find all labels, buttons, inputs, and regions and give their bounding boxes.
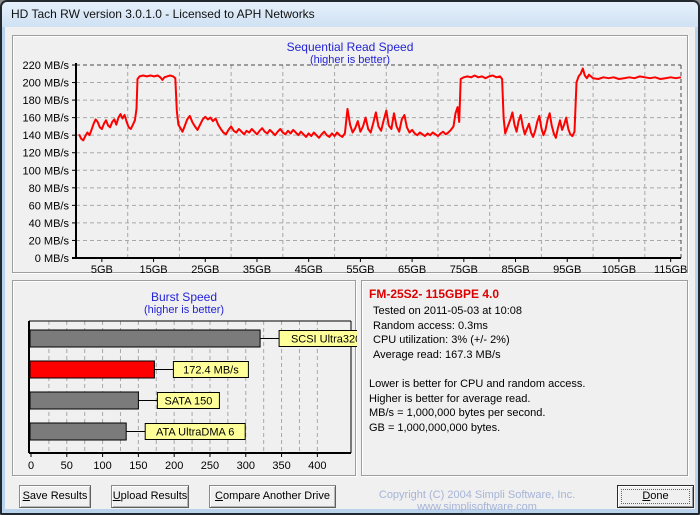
svg-text:55GB: 55GB	[346, 264, 374, 274]
svg-text:140 MB/s: 140 MB/s	[23, 130, 70, 142]
svg-text:5GB: 5GB	[91, 264, 113, 274]
drive-name: FM-25S2- 115GBPE 4.0	[369, 287, 500, 301]
window-title: HD Tach RW version 3.0.1.0 - Licensed to…	[11, 7, 315, 21]
burst-chart-title: Burst Speed	[150, 290, 218, 304]
notes: Lower is better for CPU and random acces…	[369, 378, 586, 434]
svg-text:120 MB/s: 120 MB/s	[23, 148, 70, 160]
burst-chart-subtitle: (higher is better)	[143, 304, 225, 316]
svg-text:SATA 150: SATA 150	[164, 396, 212, 408]
sequential-read-chart: 0 MB/s 20 MB/s 40 MB/s 60 MB/s 80 MB/s 100 MB…	[23, 60, 688, 274]
svg-text:250: 250	[201, 460, 219, 472]
svg-text:35GB: 35GB	[243, 264, 271, 274]
sequential-chart-title: Sequential Read Speed	[286, 40, 414, 54]
svg-text:0: 0	[28, 460, 34, 472]
svg-text:100: 100	[93, 460, 111, 472]
save-results-button[interactable]: Save Results	[19, 485, 91, 508]
svg-text:85GB: 85GB	[501, 264, 529, 274]
svg-text:0 MB/s: 0 MB/s	[35, 253, 70, 265]
sequential-read-panel: 0 MB/s 20 MB/s 40 MB/s 60 MB/s 80 MB/s 100 MB…	[12, 35, 688, 274]
svg-text:160 MB/s: 160 MB/s	[23, 113, 70, 125]
svg-text:200 MB/s: 200 MB/s	[23, 78, 70, 90]
upload-results-button[interactable]: Upload Results	[111, 485, 189, 508]
svg-text:20 MB/s: 20 MB/s	[29, 235, 70, 247]
drive-info-panel: FM-25S2- 115GBPE 4.0 Tested on 2011-05-0…	[361, 280, 688, 476]
done-button[interactable]: Done	[617, 485, 694, 508]
svg-text:172.4 MB/s: 172.4 MB/s	[183, 365, 239, 377]
svg-text:100 MB/s: 100 MB/s	[23, 165, 70, 177]
compare-another-drive-button[interactable]: Compare Another Drive	[209, 485, 336, 508]
svg-text:SCSI Ultra320: SCSI Ultra320	[291, 334, 357, 346]
svg-text:400: 400	[308, 460, 326, 472]
svg-text:105GB: 105GB	[602, 264, 636, 274]
title-bar[interactable]: HD Tach RW version 3.0.1.0 - Licensed to…	[2, 2, 698, 27]
svg-text:60 MB/s: 60 MB/s	[29, 200, 70, 212]
app-window: HD Tach RW version 3.0.1.0 - Licensed to…	[0, 0, 700, 515]
burst-speed-panel: SCSI Ultra320 172.4 MB/s SATA 150 ATA Ultra…	[12, 280, 357, 476]
svg-text:ATA UltraDMA 6: ATA UltraDMA 6	[156, 427, 234, 439]
test-results: Tested on 2011-05-03 at 10:08 Random acce…	[373, 305, 523, 361]
svg-text:75GB: 75GB	[450, 264, 478, 274]
sequential-chart-subtitle: (higher is better)	[309, 54, 391, 66]
svg-text:115GB: 115GB	[654, 264, 687, 274]
svg-text:180 MB/s: 180 MB/s	[23, 95, 70, 107]
svg-text:200: 200	[165, 460, 183, 472]
svg-text:150: 150	[129, 460, 147, 472]
svg-text:350: 350	[272, 460, 290, 472]
svg-text:80 MB/s: 80 MB/s	[29, 183, 70, 195]
svg-text:300: 300	[237, 460, 255, 472]
svg-text:15GB: 15GB	[139, 264, 167, 274]
svg-text:25GB: 25GB	[191, 264, 219, 274]
client-area: 0 MB/s 20 MB/s 40 MB/s 60 MB/s 80 MB/s 100 MB…	[5, 27, 695, 513]
svg-text:40 MB/s: 40 MB/s	[29, 218, 70, 230]
svg-text:45GB: 45GB	[295, 264, 323, 274]
svg-text:65GB: 65GB	[398, 264, 426, 274]
svg-text:50: 50	[61, 460, 73, 472]
copyright-text: Copyright (C) 2004 Simpli Software, Inc.…	[378, 489, 576, 513]
svg-text:95GB: 95GB	[553, 264, 581, 274]
